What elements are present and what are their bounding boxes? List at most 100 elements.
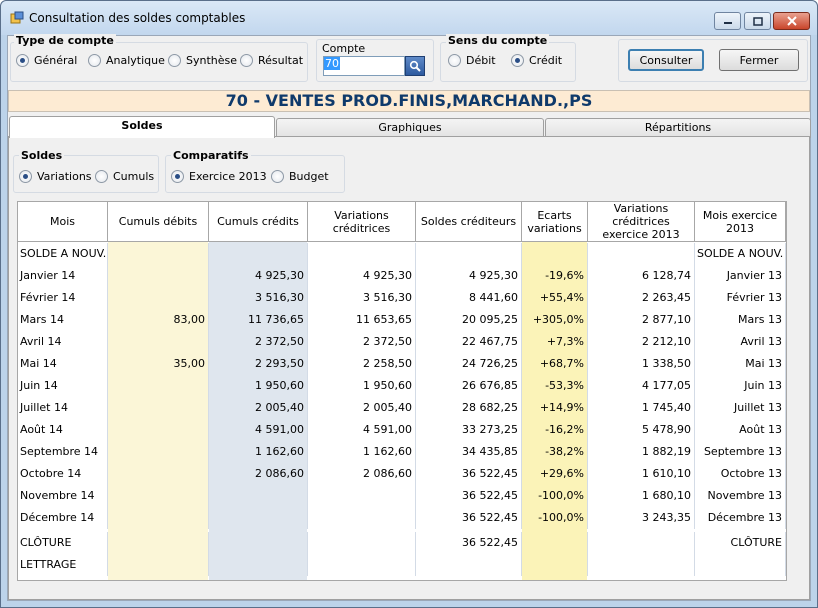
cell-ecarts-variations: -38,2% xyxy=(522,441,588,463)
table-row[interactable]: Septembre 14 1 162,60 1 162,60 34 435,85 -38… xyxy=(18,441,786,463)
cell-variations-creditrices xyxy=(308,485,416,507)
column-header-variations-exercice-2013[interactable]: Variations créditrices exercice 2013 xyxy=(588,202,695,242)
column-header-soldes-crediteurs[interactable]: Soldes créditeurs xyxy=(416,202,522,242)
radio-budget-label: Budget xyxy=(289,170,329,183)
radio-analytique[interactable]: Analytique xyxy=(88,54,165,67)
minimize-button[interactable] xyxy=(714,12,741,30)
radio-exercice[interactable]: Exercice 2013 xyxy=(171,170,267,183)
table-row[interactable]: CLÔTURE 36 522,45 CLÔTURE xyxy=(18,532,786,554)
cell-variations-exercice-2013: 2 877,10 xyxy=(588,309,695,331)
cell-soldes-crediteurs: 26 676,85 xyxy=(416,375,522,397)
compte-value: 70 xyxy=(324,57,340,70)
cell-mois-exercice-2013 xyxy=(695,554,786,576)
cell-soldes-crediteurs: 22 467,75 xyxy=(416,331,522,353)
cell-mois: Octobre 14 xyxy=(18,463,108,485)
close-button[interactable] xyxy=(773,12,810,30)
cell-variations-exercice-2013 xyxy=(588,243,695,265)
tab-soldes[interactable]: Soldes xyxy=(9,116,275,138)
cell-soldes-crediteurs: 36 522,45 xyxy=(416,485,522,507)
radio-cumuls[interactable]: Cumuls xyxy=(95,170,154,183)
radio-variations[interactable]: Variations xyxy=(19,170,92,183)
radio-general-label: Général xyxy=(34,54,78,67)
tab-repartitions[interactable]: Répartitions xyxy=(545,118,811,138)
cell-cumuls-debits xyxy=(108,397,209,419)
table-row[interactable]: Janvier 14 4 925,30 4 925,30 4 925,30 -19,6%… xyxy=(18,265,786,287)
radio-budget[interactable]: Budget xyxy=(271,170,329,183)
cell-soldes-crediteurs: 4 925,30 xyxy=(416,265,522,287)
cell-mois-exercice-2013: Novembre 13 xyxy=(695,485,786,507)
table-row[interactable]: Mars 14 83,00 11 736,65 11 653,65 20 095,25 +… xyxy=(18,309,786,331)
cell-variations-exercice-2013: 2 212,10 xyxy=(588,331,695,353)
table-row[interactable]: Novembre 14 36 522,45 -100,0% 1 680,10 Novem… xyxy=(18,485,786,507)
radio-resultat-label: Résultat xyxy=(258,54,304,67)
column-header-variations-creditrices[interactable]: Variations créditrices xyxy=(308,202,416,242)
cell-cumuls-credits xyxy=(209,243,308,265)
cell-cumuls-debits xyxy=(108,485,209,507)
cell-cumuls-credits xyxy=(209,554,308,576)
search-button[interactable] xyxy=(405,56,425,76)
sens-title: Sens du compte xyxy=(446,34,550,47)
column-header-cumuls-credits[interactable]: Cumuls crédits xyxy=(209,202,308,242)
cell-mois-exercice-2013: SOLDE A NOUV. xyxy=(695,243,786,265)
cell-cumuls-credits: 3 516,30 xyxy=(209,287,308,309)
table-row[interactable]: Octobre 14 2 086,60 2 086,60 36 522,45 +29,6… xyxy=(18,463,786,485)
title-bar[interactable]: Consultation des soldes comptables xyxy=(1,1,817,35)
table-row[interactable]: Février 14 3 516,30 3 516,30 8 441,60 +55,4%… xyxy=(18,287,786,309)
cell-variations-creditrices: 2 086,60 xyxy=(308,463,416,485)
soldes-tab-page: Soldes Variations Cumuls Comparatifs Exe… xyxy=(8,136,810,600)
cell-ecarts-variations: +14,9% xyxy=(522,397,588,419)
radio-general[interactable]: Général xyxy=(16,54,77,67)
cell-variations-creditrices: 4 925,30 xyxy=(308,265,416,287)
cell-variations-exercice-2013: 2 263,45 xyxy=(588,287,695,309)
cell-variations-creditrices: 2 372,50 xyxy=(308,331,416,353)
cell-mois: Juillet 14 xyxy=(18,397,108,419)
consulter-button[interactable]: Consulter xyxy=(628,49,704,71)
cell-ecarts-variations: +68,7% xyxy=(522,353,588,375)
table-row[interactable]: Août 14 4 591,00 4 591,00 33 273,25 -16,2% 5 … xyxy=(18,419,786,441)
table-row[interactable]: LETTRAGE xyxy=(18,554,786,576)
maximize-button[interactable] xyxy=(744,12,771,30)
table-row[interactable]: SOLDE A NOUV. SOLDE A NOUV. xyxy=(18,243,786,265)
column-header-mois[interactable]: Mois xyxy=(18,202,108,242)
cell-soldes-crediteurs: 33 273,25 xyxy=(416,419,522,441)
cell-soldes-crediteurs: 8 441,60 xyxy=(416,287,522,309)
column-header-ecarts-variations[interactable]: Ecarts variations xyxy=(522,202,588,242)
table-row[interactable]: Juillet 14 2 005,40 2 005,40 28 682,25 +14,9… xyxy=(18,397,786,419)
radio-debit[interactable]: Débit xyxy=(448,54,496,67)
cell-cumuls-debits xyxy=(108,331,209,353)
radio-credit[interactable]: Crédit xyxy=(511,54,562,67)
cell-variations-exercice-2013: 1 338,50 xyxy=(588,353,695,375)
cell-variations-exercice-2013: 3 243,35 xyxy=(588,507,695,529)
cell-cumuls-credits: 2 293,50 xyxy=(209,353,308,375)
close-icon xyxy=(786,16,797,26)
column-header-mois-exercice-2013[interactable]: Mois exercice 2013 xyxy=(695,202,786,242)
cell-cumuls-credits: 4 925,30 xyxy=(209,265,308,287)
table-row[interactable]: Mai 14 35,00 2 293,50 2 258,50 24 726,25 +68,… xyxy=(18,353,786,375)
fermer-button[interactable]: Fermer xyxy=(719,49,799,71)
compte-label: Compte xyxy=(322,42,366,55)
table-row[interactable]: Décembre 14 36 522,45 -100,0% 3 243,35 Décem… xyxy=(18,507,786,529)
cell-mois: Juin 14 xyxy=(18,375,108,397)
column-header-cumuls-debits[interactable]: Cumuls débits xyxy=(108,202,209,242)
table-row[interactable]: Juin 14 1 950,60 1 950,60 26 676,85 -53,3% 4 … xyxy=(18,375,786,397)
comparatifs-group-title: Comparatifs xyxy=(171,149,251,162)
soldes-table[interactable]: Mois Cumuls débits Cumuls crédits Variation… xyxy=(17,201,787,581)
radio-resultat[interactable]: Résultat xyxy=(240,54,303,67)
radio-synthese[interactable]: Synthèse xyxy=(168,54,237,67)
radio-general-dot xyxy=(16,54,29,67)
cell-mois: Février 14 xyxy=(18,287,108,309)
radio-debit-label: Débit xyxy=(466,54,496,67)
cell-variations-creditrices: 11 653,65 xyxy=(308,309,416,331)
tab-graphiques[interactable]: Graphiques xyxy=(276,118,544,138)
cell-variations-exercice-2013: 1 680,10 xyxy=(588,485,695,507)
cell-cumuls-debits xyxy=(108,419,209,441)
cell-variations-exercice-2013: 1 882,19 xyxy=(588,441,695,463)
cell-soldes-crediteurs: 36 522,45 xyxy=(416,507,522,529)
cell-cumuls-credits: 2 086,60 xyxy=(209,463,308,485)
app-window: Consultation des soldes comptables Type … xyxy=(0,0,818,608)
radio-budget-dot xyxy=(271,170,284,183)
cell-ecarts-variations: +7,3% xyxy=(522,331,588,353)
cell-variations-creditrices: 1 950,60 xyxy=(308,375,416,397)
table-row[interactable]: Avril 14 2 372,50 2 372,50 22 467,75 +7,3% 2 … xyxy=(18,331,786,353)
compte-input[interactable]: 70 xyxy=(323,56,405,76)
